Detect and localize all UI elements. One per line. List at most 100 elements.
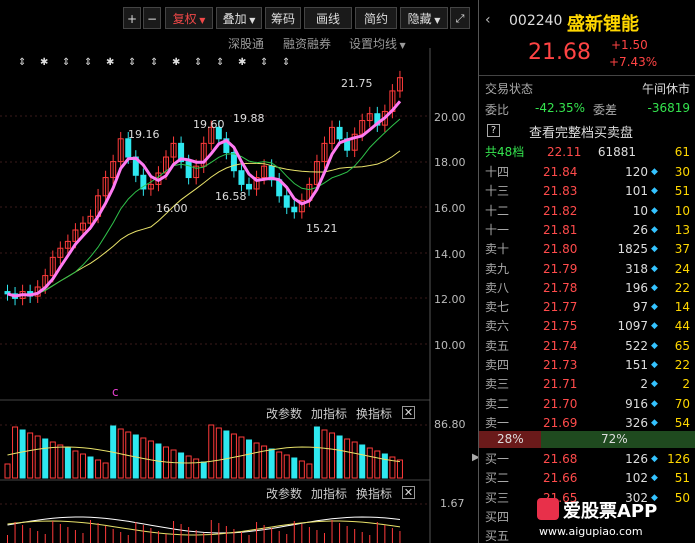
level-label: 卖三 xyxy=(485,377,510,392)
level-volume: 1825 xyxy=(617,242,648,257)
ask-row[interactable]: 十三 21.83 101 ◆ 51 xyxy=(479,182,695,201)
zoom-out-button[interactable]: − xyxy=(143,7,161,29)
simple-mode-button[interactable]: 简约 xyxy=(355,7,397,29)
level-label: 卖二 xyxy=(485,396,510,411)
level-count: 13 xyxy=(674,222,690,237)
overlay-dropdown[interactable]: 叠加 ▼ xyxy=(216,7,262,29)
kline-chart-panel[interactable]: ⇕ ✱ ⇕ ⇕ ✱ ⇕ ⇕ ✱ ⇕ ⇕ ✱ ⇕ ⇕ + − 复权 ▼ 叠加 ▼ 筹码 画线 简约 隐藏 … xyxy=(0,0,472,543)
level-count: 126 xyxy=(667,452,690,466)
level-volume: 26 xyxy=(632,222,648,237)
buy-ratio: 72% xyxy=(601,432,628,446)
volume-bar xyxy=(95,459,102,479)
bid-row[interactable]: 买一 21.68 126 ◆ 126 xyxy=(479,450,695,469)
price-annotation: 19.88 xyxy=(233,112,265,125)
volume-bar xyxy=(185,455,192,479)
ask-row[interactable]: 卖四 21.73 151 ◆ 22 xyxy=(479,356,695,375)
signal-arrow-icon: ✱ xyxy=(238,57,246,68)
signal-arrow-icon: ⇕ xyxy=(150,57,158,68)
ask-row[interactable]: 卖十 21.80 1825 ◆ 37 xyxy=(479,240,695,259)
level-dot-icon: ◆ xyxy=(651,302,658,313)
ind2-switch-indicator-button[interactable]: 换指标 xyxy=(356,485,392,502)
level-label: 十三 xyxy=(485,184,510,199)
ind1-edit-params-button[interactable]: 改参数 xyxy=(266,405,302,422)
level-volume: 151 xyxy=(625,358,648,372)
shenzhen-hk-connect-link[interactable]: 深股通 xyxy=(228,35,264,52)
volume-bar xyxy=(57,444,64,479)
ask-row[interactable]: 卖八 21.78 196 ◆ 22 xyxy=(479,279,695,298)
level-label: 卖五 xyxy=(485,338,510,353)
orderbook-total-row: 共48档 22.11 61881 61 xyxy=(479,143,695,162)
hide-label: 隐藏 xyxy=(407,12,432,26)
view-full-orderbook-link[interactable]: 查看完整档买卖盘 xyxy=(529,122,633,141)
price-annotation: 16.58 xyxy=(215,190,247,203)
level-label: 买四 xyxy=(485,509,510,524)
candle-body xyxy=(291,206,298,213)
chips-button[interactable]: 筹码 xyxy=(265,7,301,29)
ask-row[interactable]: 卖三 21.71 2 ◆ 2 xyxy=(479,375,695,394)
ask-row[interactable]: 卖五 21.74 522 ◆ 65 xyxy=(479,337,695,356)
volume-bar xyxy=(381,453,388,479)
level-dot-icon: ◆ xyxy=(651,224,658,235)
signal-arrow-icon: ✱ xyxy=(172,57,180,68)
level-price: 21.68 xyxy=(543,452,578,466)
ask-row[interactable]: 十一 21.81 26 ◆ 13 xyxy=(479,221,695,240)
ind1-add-indicator-button[interactable]: 加指标 xyxy=(311,405,347,422)
ind2-add-indicator-button[interactable]: 加指标 xyxy=(311,485,347,502)
restore-rights-dropdown[interactable]: 复权 ▼ xyxy=(165,7,213,29)
price-annotation: 15.21 xyxy=(306,222,338,235)
current-price: 21.68 xyxy=(528,40,591,65)
watermark-url: www.aigupiao.com xyxy=(539,525,643,538)
level-count: 70 xyxy=(674,396,690,411)
volume-bar xyxy=(102,462,109,479)
help-icon[interactable]: ? xyxy=(487,124,500,137)
zoom-in-button[interactable]: + xyxy=(123,7,141,29)
price-axis-label: 20.00 xyxy=(434,111,466,124)
ask-row[interactable]: 十四 21.84 120 ◆ 30 xyxy=(479,163,695,182)
dropdown-arrow-icon: ▼ xyxy=(397,41,406,50)
ask-row[interactable]: 十二 21.82 10 ◆ 10 xyxy=(479,202,695,221)
trade-status-label: 交易状态 xyxy=(485,82,534,96)
level-dot-icon: ◆ xyxy=(651,205,658,216)
level-label: 十四 xyxy=(485,165,510,179)
set-ma-dropdown[interactable]: 设置均线 ▼ xyxy=(349,35,406,52)
stock-name: 盛新锂能 xyxy=(567,14,639,35)
ind1-close-icon[interactable]: ✕ xyxy=(402,406,415,419)
brand-logo-icon xyxy=(537,498,559,520)
price-annotation: 19.16 xyxy=(128,128,160,141)
ask-row[interactable]: 卖六 21.75 1097 ◆ 44 xyxy=(479,317,695,336)
hide-dropdown[interactable]: 隐藏 ▼ xyxy=(400,7,448,29)
margin-trading-link[interactable]: 融资融券 xyxy=(283,35,331,52)
price-change-pct: +7.43% xyxy=(609,55,658,69)
draw-line-button[interactable]: 画线 xyxy=(304,7,352,29)
price-axis-label: 10.00 xyxy=(434,339,466,352)
price-annotation: 16.00 xyxy=(156,202,188,215)
candle-body xyxy=(283,195,290,208)
level-count: 24 xyxy=(674,261,690,276)
ind1-switch-indicator-button[interactable]: 换指标 xyxy=(356,405,392,422)
ask-row[interactable]: 卖二 21.70 916 ◆ 70 xyxy=(479,395,695,414)
level-price: 21.70 xyxy=(543,396,578,411)
ind2-close-icon[interactable]: ✕ xyxy=(402,486,415,499)
volume-bar xyxy=(374,450,381,479)
ask-row[interactable]: 卖九 21.79 318 ◆ 24 xyxy=(479,260,695,279)
level-count: 37 xyxy=(674,242,690,257)
kline-chart-canvas[interactable]: ⇕ ✱ ⇕ ⇕ ✱ ⇕ ⇕ ✱ ⇕ ⇕ ✱ ⇕ ⇕ xyxy=(0,0,472,543)
level-volume: 102 xyxy=(625,471,648,486)
fullscreen-icon[interactable]: ⤢ xyxy=(450,7,470,29)
volume-bar xyxy=(313,426,320,479)
ind2-edit-params-button[interactable]: 改参数 xyxy=(266,485,302,502)
prev-stock-icon[interactable]: ‹ xyxy=(485,12,491,28)
volume-bar xyxy=(396,459,403,479)
bid-row[interactable]: 买二 21.66 102 ◆ 51 xyxy=(479,469,695,488)
level-label: 买三 xyxy=(485,490,510,505)
price-axis-label: 18.00 xyxy=(434,156,466,169)
volume-bar xyxy=(79,453,86,479)
level-volume: 120 xyxy=(625,165,648,179)
level-label: 卖十 xyxy=(485,242,510,257)
weibi-label: 委比 xyxy=(485,103,510,117)
level-dot-icon: ◆ xyxy=(651,321,658,332)
app-window: ⇕ ✱ ⇕ ⇕ ✱ ⇕ ⇕ ✱ ⇕ ⇕ ✱ ⇕ ⇕ + − 复权 ▼ 叠加 ▼ 筹码 画线 简约 隐藏 … xyxy=(0,0,695,543)
ask-row[interactable]: 卖七 21.77 97 ◆ 14 xyxy=(479,298,695,317)
level-price: 21.82 xyxy=(543,203,578,218)
level-dot-icon: ◆ xyxy=(651,360,658,370)
